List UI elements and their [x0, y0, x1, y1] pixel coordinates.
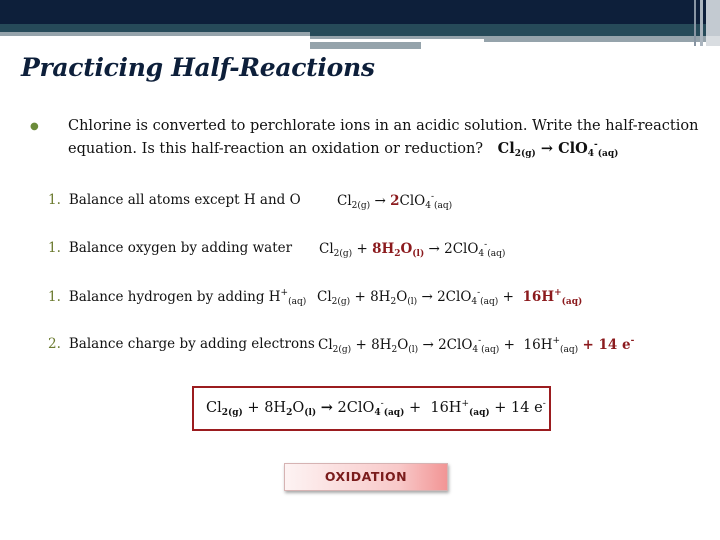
step-equation: Cl2(g) + 8H2O(l) → 2ClO4-(aq) + 16H+(aq)… — [318, 336, 635, 355]
step-item: 1. Balance oxygen by adding water — [48, 240, 292, 256]
arrow-icon: → — [422, 337, 434, 353]
slide-title: Practicing Half-Reactions — [21, 53, 375, 82]
step-equation: Cl2(g) + 8H2O(l) → 2ClO4-(aq) — [319, 240, 506, 259]
final-equation: Cl2(g) + 8H2O(l) → 2ClO4-(aq) + 16H+(aq)… — [206, 399, 546, 418]
header-gray-band-right-3 — [310, 42, 421, 49]
intro-equation: Cl2(g) → ClO4-(aq) — [497, 140, 619, 159]
step-label: Balance charge by adding electrons — [68, 336, 315, 352]
step-item: 1. Balance hydrogen by adding H+(aq) — [48, 288, 307, 307]
header-accent-band-right — [310, 24, 720, 36]
final-equation-box: Cl2(g) + 8H2O(l) → 2ClO4-(aq) + 16H+(aq)… — [192, 386, 551, 431]
header-gray-band-right-2 — [484, 39, 720, 42]
step-equation: Cl2(g) → 2ClO4-(aq) — [337, 192, 453, 211]
header-bar — [0, 0, 720, 24]
header-gray-band — [0, 32, 310, 36]
step-label: Balance oxygen by adding water — [68, 240, 293, 256]
arrow-icon: → — [374, 193, 386, 209]
answer-label: OXIDATION — [284, 463, 448, 491]
arrow-icon: → — [320, 399, 333, 416]
step-item: 2. Balance charge by adding electrons — [48, 336, 315, 352]
arrow-icon: → — [428, 241, 440, 257]
added-water: 8H2O(l) — [372, 241, 425, 259]
step-label: Balance hydrogen by adding H — [68, 289, 281, 305]
step-number: 2. — [48, 336, 61, 352]
added-hydrogen: 16H+(aq) — [522, 288, 583, 307]
step-item: 1. Balance all atoms except H and O — [48, 192, 301, 208]
header-stripe — [694, 0, 696, 46]
step-number: 1. — [48, 192, 61, 208]
arrow-icon: → — [421, 289, 433, 305]
intro-paragraph: ● Chlorine is converted to perchlorate i… — [30, 117, 700, 164]
added-electrons: + 14 e- — [582, 336, 635, 353]
arrow-icon: → — [540, 140, 554, 157]
header-stripe — [706, 36, 720, 46]
step-equation: Cl2(g) + 8H2O(l) → 2ClO4-(aq) + 16H+(aq) — [317, 288, 583, 307]
step-number: 1. — [48, 240, 61, 256]
header-stripe — [700, 0, 703, 46]
header-accent-band — [0, 24, 310, 32]
step-label: Balance all atoms except H and O — [68, 192, 301, 208]
bullet-icon: ● — [30, 121, 39, 132]
step-number: 1. — [48, 289, 61, 305]
